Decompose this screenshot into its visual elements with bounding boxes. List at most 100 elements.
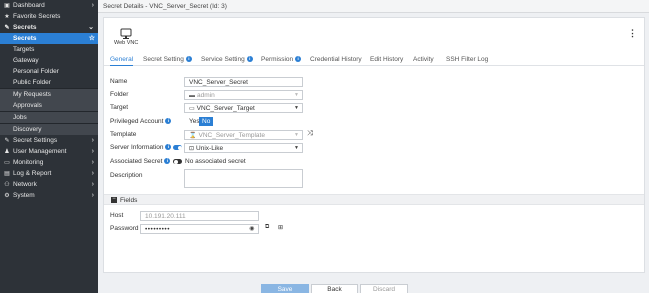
sidebar-item-label: Targets <box>13 46 35 53</box>
more-options-icon[interactable]: ⋮ <box>628 28 637 39</box>
server-info-select[interactable]: ⊡ Unix-Like ▼ <box>184 143 303 153</box>
sidebar-item-label: Approvals <box>13 102 42 109</box>
tab-label: SSH Filter Log <box>446 56 489 63</box>
save-button[interactable]: Save <box>261 284 309 293</box>
template-label: Template <box>110 131 137 138</box>
info-icon: i <box>185 56 192 63</box>
chevron-down-icon: ⌄ <box>88 24 94 31</box>
sidebar-item-discovery[interactable]: Discovery <box>0 124 98 135</box>
tab-label: Permission <box>261 56 294 63</box>
sidebar-item-jobs[interactable]: Jobs <box>0 112 98 123</box>
chevron-right-icon: › <box>91 192 94 199</box>
name-input[interactable]: VNC_Server_Secret <box>184 77 303 87</box>
terminal-icon: ⊡ <box>189 146 195 152</box>
collapse-icon: − <box>111 196 117 203</box>
associated-secret-value: No associated secret <box>185 158 246 165</box>
shuffle-icon[interactable]: ⤨ <box>307 130 313 138</box>
tab-bar: General Secret Setting i Service Setting i… <box>104 55 644 66</box>
sidebar-item-public-folder[interactable]: Public Folder <box>0 77 98 88</box>
info-icon: i <box>165 118 172 125</box>
sidebar-item-targets[interactable]: Targets <box>0 44 98 55</box>
folder-select[interactable]: ▬ admin ▼ <box>184 90 303 100</box>
chevron-right-icon: › <box>91 181 94 188</box>
sidebar-item-log-report[interactable]: ▤ Log & Report › <box>0 168 98 179</box>
fields-section-header[interactable]: − Fields <box>104 194 644 205</box>
sidebar-item-label: Jobs <box>13 114 27 121</box>
sidebar-item-label: Monitoring <box>13 159 44 166</box>
tab-edit-history[interactable]: Edit History <box>370 55 403 66</box>
chevron-down-icon: ▼ <box>294 145 299 151</box>
sidebar-item-network[interactable]: ⚇ Network › <box>0 179 98 190</box>
template-select[interactable]: ⌛ VNC_Server_Template ▼ <box>184 130 303 140</box>
sidebar-item-dashboard[interactable]: ▣ Dashboard › <box>0 0 98 11</box>
sidebar-item-user-management[interactable]: ♟ User Management › <box>0 146 98 157</box>
host-value: 10.191.20.111 <box>145 213 186 220</box>
server-info-toggle[interactable] <box>173 145 182 150</box>
template-value: VNC_Server_Template <box>198 132 265 139</box>
tab-label: Credential History <box>310 56 362 63</box>
sidebar-item-personal-folder[interactable]: Personal Folder <box>0 66 98 77</box>
tab-credential-history[interactable]: Credential History <box>310 55 362 66</box>
tab-general[interactable]: General <box>110 55 134 66</box>
sidebar-item-label: Secret Settings <box>13 137 58 144</box>
sidebar-item-my-requests[interactable]: My Requests <box>0 89 98 100</box>
associated-secret-toggle[interactable] <box>173 159 182 164</box>
back-button[interactable]: Back <box>311 284 358 293</box>
tab-activity[interactable]: Activity <box>413 55 434 66</box>
chevron-down-icon: ▼ <box>294 92 299 98</box>
sidebar-item-secrets[interactable]: Secrets ☆ <box>0 33 98 44</box>
star-outline-icon[interactable]: ☆ <box>89 33 95 44</box>
page-header: Secret Details - VNC_Server_Secret (Id: … <box>98 0 649 13</box>
sidebar-item-label: System <box>13 192 35 199</box>
sidebar-item-favorite-secrets[interactable]: ★ Favorite Secrets <box>0 11 98 22</box>
sidebar-item-gateway[interactable]: Gateway <box>0 55 98 66</box>
sidebar-item-label: Discovery <box>13 126 42 133</box>
tab-label: General <box>110 56 134 63</box>
tab-label: Service Setting <box>201 56 245 63</box>
target-select[interactable]: ▭ VNC_Server_Target ▼ <box>184 103 303 113</box>
sidebar: ▣ Dashboard › ★ Favorite Secrets ✎ Secrets ⌄ … <box>0 0 98 293</box>
eye-icon[interactable]: ◉ <box>249 225 255 233</box>
sidebar-item-label: Gateway <box>13 57 39 64</box>
tab-label: Secret Setting <box>143 56 184 63</box>
tab-permission[interactable]: Permission i <box>261 55 302 66</box>
description-textarea[interactable] <box>184 169 303 188</box>
sidebar-item-label: User Management <box>13 148 67 155</box>
page-title: Secret Details - VNC_Server_Secret (Id: … <box>103 3 227 10</box>
host-input[interactable]: 10.191.20.111 <box>140 211 259 221</box>
sidebar-item-label: Public Folder <box>13 79 51 86</box>
sidebar-item-system[interactable]: ⚙ System › <box>0 190 98 201</box>
sidebar-item-label: Secrets <box>13 24 37 31</box>
sidebar-item-label: Secrets <box>13 35 37 42</box>
sidebar-item-secrets-group[interactable]: ✎ Secrets ⌄ <box>0 22 98 33</box>
folder-label: Folder <box>110 91 129 98</box>
server-information-label: Server Information i <box>110 143 172 153</box>
sidebar-item-monitoring[interactable]: ▭ Monitoring › <box>0 157 98 168</box>
target-value: VNC_Server_Target <box>196 105 255 112</box>
folder-value: admin <box>197 92 215 99</box>
name-label: Name <box>110 78 128 85</box>
tab-secret-setting[interactable]: Secret Setting i <box>143 55 192 66</box>
associated-secret-label: Associated Secret i <box>110 157 171 167</box>
discard-button[interactable]: Discard <box>360 284 408 293</box>
password-input[interactable]: ••••••••• ◉ <box>140 224 259 234</box>
sidebar-item-secret-settings[interactable]: ✎ Secret Settings › <box>0 135 98 146</box>
copy-icon[interactable]: ⧉ <box>265 224 269 231</box>
gear-icon: ⚙ <box>4 193 10 199</box>
sidebar-item-label: Log & Report <box>13 170 52 177</box>
privileged-no-button[interactable]: No <box>199 117 214 126</box>
fields-section-title: Fields <box>120 197 138 204</box>
tab-ssh-filter-log[interactable]: SSH Filter Log <box>446 55 488 66</box>
sidebar-item-approvals[interactable]: Approvals <box>0 100 98 111</box>
sidebar-item-label: Network <box>13 181 37 188</box>
info-icon: i <box>246 56 253 63</box>
chevron-right-icon: › <box>91 137 94 144</box>
sidebar-item-label: My Requests <box>13 91 51 98</box>
tab-label: Edit History <box>370 56 404 63</box>
tab-service-setting[interactable]: Service Setting i <box>201 55 253 66</box>
generate-password-icon[interactable]: ⊞ <box>278 224 283 231</box>
secret-details-card: Web VNC ⋮ General Secret Setting i Servic… <box>103 17 645 273</box>
server-info-value: Unix-Like <box>196 145 224 152</box>
chevron-right-icon: › <box>91 2 94 9</box>
description-label: Description <box>110 172 143 179</box>
